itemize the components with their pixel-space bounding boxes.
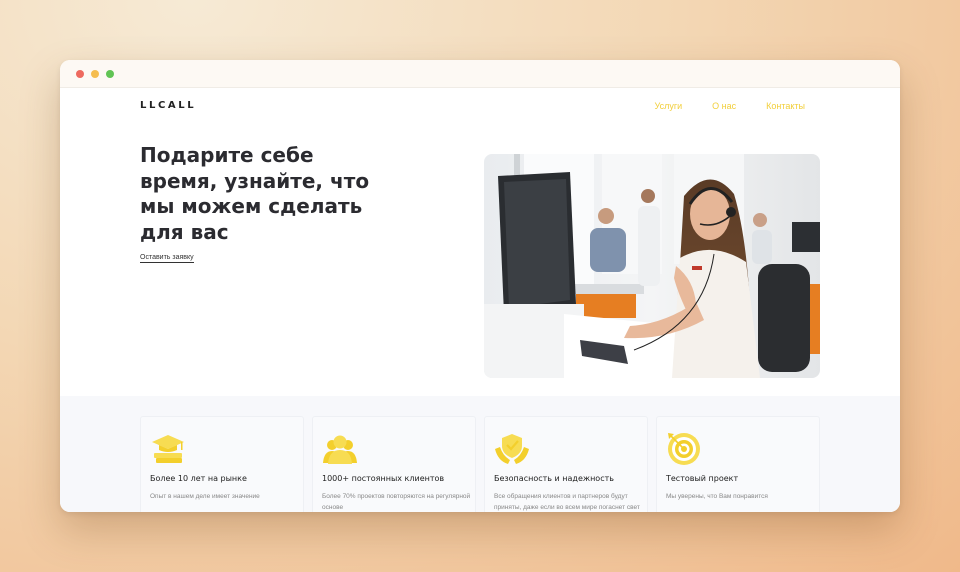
site-navbar: LLCALL Услуги О нас Контакты bbox=[60, 88, 900, 124]
nav-link-services[interactable]: Услуги bbox=[654, 101, 682, 111]
minimize-window-button[interactable] bbox=[91, 69, 99, 78]
target-icon bbox=[668, 433, 700, 465]
nav-link-about[interactable]: О нас bbox=[712, 101, 736, 111]
hero-title: Подарите себе время, узнайте, что мы мож… bbox=[140, 143, 370, 244]
feature-card: Безопасность и надежность Все обращения … bbox=[484, 416, 648, 512]
call-center-operator-photo bbox=[484, 154, 820, 378]
feature-card: Более 10 лет на рынке Опыт в нашем деле … bbox=[140, 416, 304, 512]
site-logo[interactable]: LLCALL bbox=[140, 100, 196, 111]
feature-desc: Более 70% проектов повторяются на регуля… bbox=[322, 493, 471, 511]
maximize-window-button[interactable] bbox=[106, 69, 114, 78]
feature-desc: Опыт в нашем деле имеет значение bbox=[150, 493, 260, 500]
feature-title: 1000+ постоянных клиентов bbox=[322, 474, 445, 483]
nav-link-contacts[interactable]: Контакты bbox=[766, 101, 805, 111]
features-section: Более 10 лет на рынке Опыт в нашем деле … bbox=[60, 396, 900, 512]
close-window-button[interactable] bbox=[76, 69, 84, 78]
feature-title: Безопасность и надежность bbox=[494, 474, 614, 483]
feature-title: Тестовый проект bbox=[666, 474, 739, 483]
feature-card: Тестовый проект Мы уверены, что Вам понр… bbox=[656, 416, 820, 512]
nav-links: Услуги О нас Контакты bbox=[654, 101, 805, 111]
people-group-icon bbox=[323, 435, 357, 464]
request-link[interactable]: Оставить заявку bbox=[140, 254, 194, 263]
feature-desc: Все обращения клиентов и партнеров будут… bbox=[494, 493, 640, 511]
feature-title: Более 10 лет на рынке bbox=[150, 474, 247, 483]
graduation-cap-books-icon bbox=[152, 435, 184, 463]
shield-hands-icon bbox=[495, 434, 529, 464]
feature-desc: Мы уверены, что Вам понравится bbox=[666, 493, 768, 500]
feature-card: 1000+ постоянных клиентов Более 70% прое… bbox=[312, 416, 476, 512]
browser-window: LLCALL Услуги О нас Контакты Подарите се… bbox=[60, 60, 900, 512]
window-titlebar bbox=[60, 60, 900, 88]
